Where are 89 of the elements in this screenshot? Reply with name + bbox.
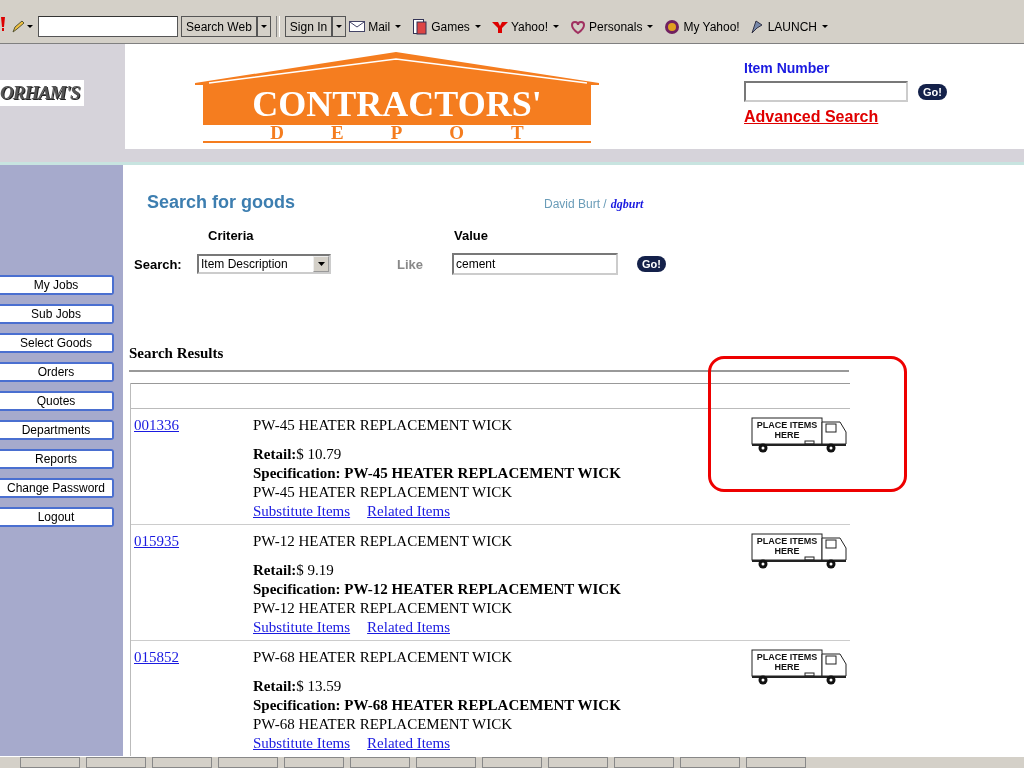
nav-button[interactable]: Sub Jobs: [0, 304, 114, 324]
value-field[interactable]: cement: [452, 253, 618, 275]
item-link[interactable]: Substitute Items: [253, 618, 351, 637]
nav-button[interactable]: Select Goods: [0, 333, 114, 353]
user-id: dgburt: [610, 196, 644, 211]
caret-icon: [317, 262, 325, 266]
item-specification: Specification: PW-68 HEATER REPLACEMENT WICK: [253, 696, 622, 715]
toolbar-link[interactable]: My Yahoo!: [664, 16, 740, 37]
logo-text: CONTRACTORS': [252, 83, 542, 125]
page-title: Search for goods: [146, 192, 297, 213]
item-number-link[interactable]: 015935: [131, 533, 253, 550]
toolbar-link[interactable]: LAUNCH: [748, 16, 817, 37]
retail-price: Retail:$ 9.19: [253, 561, 335, 580]
truck-label: PLACE ITEMS HERE: [755, 420, 819, 440]
item-number-label: Item Number: [744, 60, 831, 76]
truck-icon: [751, 649, 847, 685]
caret-icon: [336, 25, 343, 28]
brand-logo: ORHAM'S: [0, 79, 84, 106]
toolbar-link[interactable]: Games: [412, 16, 470, 37]
envelope-icon: [349, 18, 366, 35]
column-label: Value: [454, 228, 488, 243]
place-items-button[interactable]: PLACE ITEMS HERE: [751, 417, 847, 453]
retail-price: Retail:$ 10.79: [253, 445, 343, 464]
caret-icon: [260, 25, 267, 28]
operator-label: Like: [397, 256, 424, 272]
truck-icon: [751, 417, 847, 453]
nav-button[interactable]: Change Password: [0, 478, 114, 498]
taskbar-button[interactable]: [350, 757, 410, 768]
item-link[interactable]: Related Items: [367, 734, 450, 753]
caret-icon: [27, 25, 33, 28]
truck-label: PLACE ITEMS HERE: [755, 652, 819, 672]
nav-button[interactable]: Orders: [0, 362, 114, 382]
taskbar-button[interactable]: [284, 757, 344, 768]
item-note: PW-12 HEATER REPLACEMENT WICK: [253, 599, 514, 618]
nav-button[interactable]: Logout: [0, 507, 114, 527]
taskbar-button[interactable]: [614, 757, 674, 768]
item-number-link[interactable]: 001336: [131, 417, 253, 434]
column-label: Criteria: [208, 228, 255, 243]
taskbar-button[interactable]: [548, 757, 608, 768]
taskbar-button[interactable]: [86, 757, 146, 768]
taskbar-button[interactable]: [416, 757, 476, 768]
nav-button[interactable]: Reports: [0, 449, 114, 469]
go-button[interactable]: Go!: [918, 83, 947, 100]
caret-icon: [395, 25, 402, 28]
taskbar-button[interactable]: [482, 757, 542, 768]
retail-price: Retail:$ 13.59: [253, 677, 343, 696]
caret-icon: [553, 25, 560, 28]
nav-button[interactable]: My Jobs: [0, 275, 114, 295]
taskbar-button[interactable]: [680, 757, 740, 768]
search-field[interactable]: [38, 16, 178, 37]
heart-icon: [570, 18, 587, 35]
caret-icon: [822, 25, 828, 28]
item-specification: Specification: PW-12 HEATER REPLACEMENT WICK: [253, 580, 622, 599]
taskbar-button[interactable]: [152, 757, 212, 768]
taskbar-button[interactable]: [20, 757, 80, 768]
search-label: Search:: [134, 256, 183, 272]
item-specification: Specification: PW-45 HEATER REPLACEMENT WICK: [253, 464, 622, 483]
item-note: PW-45 HEATER REPLACEMENT WICK: [253, 483, 514, 502]
logo-subtitle: DEPOT: [203, 123, 591, 143]
item-link[interactable]: Related Items: [367, 618, 450, 637]
place-items-button[interactable]: PLACE ITEMS HERE: [751, 649, 847, 685]
search-web-button[interactable]: Search Web: [181, 16, 257, 37]
taskbar-button[interactable]: [218, 757, 278, 768]
item-link[interactable]: Substitute Items: [253, 734, 351, 753]
pencil-icon: [11, 19, 25, 34]
nav-button[interactable]: Departments: [0, 420, 114, 440]
item-number-link[interactable]: 015852: [131, 649, 253, 666]
user-name: David Burt /: [544, 196, 607, 211]
toolbar-link[interactable]: Mail: [349, 16, 391, 37]
criteria-dropdown[interactable]: Item Description: [197, 254, 331, 274]
caret-icon: [647, 25, 654, 28]
item-number-field[interactable]: [744, 81, 908, 102]
item-link[interactable]: Related Items: [367, 502, 450, 521]
exclamation-icon: [0, 16, 6, 32]
sign-in-button[interactable]: Sign In: [284, 16, 333, 37]
truck-label: PLACE ITEMS HERE: [755, 536, 819, 556]
advanced-search-link[interactable]: Advanced Search: [744, 108, 947, 126]
truck-icon: [751, 533, 847, 569]
toolbar-link[interactable]: Yahoo!: [491, 16, 549, 37]
item-note: PW-68 HEATER REPLACEMENT WICK: [253, 715, 514, 734]
cards-icon: [412, 18, 429, 35]
item-link[interactable]: Substitute Items: [253, 502, 351, 521]
go-button[interactable]: Go!: [637, 256, 666, 272]
toolbar-link[interactable]: Personals: [570, 16, 643, 37]
section-heading: Search Results: [129, 345, 849, 372]
caret-icon: [474, 25, 481, 28]
nav-button[interactable]: Quotes: [0, 391, 114, 411]
taskbar-button[interactable]: [746, 757, 806, 768]
place-items-button[interactable]: PLACE ITEMS HERE: [751, 533, 847, 569]
